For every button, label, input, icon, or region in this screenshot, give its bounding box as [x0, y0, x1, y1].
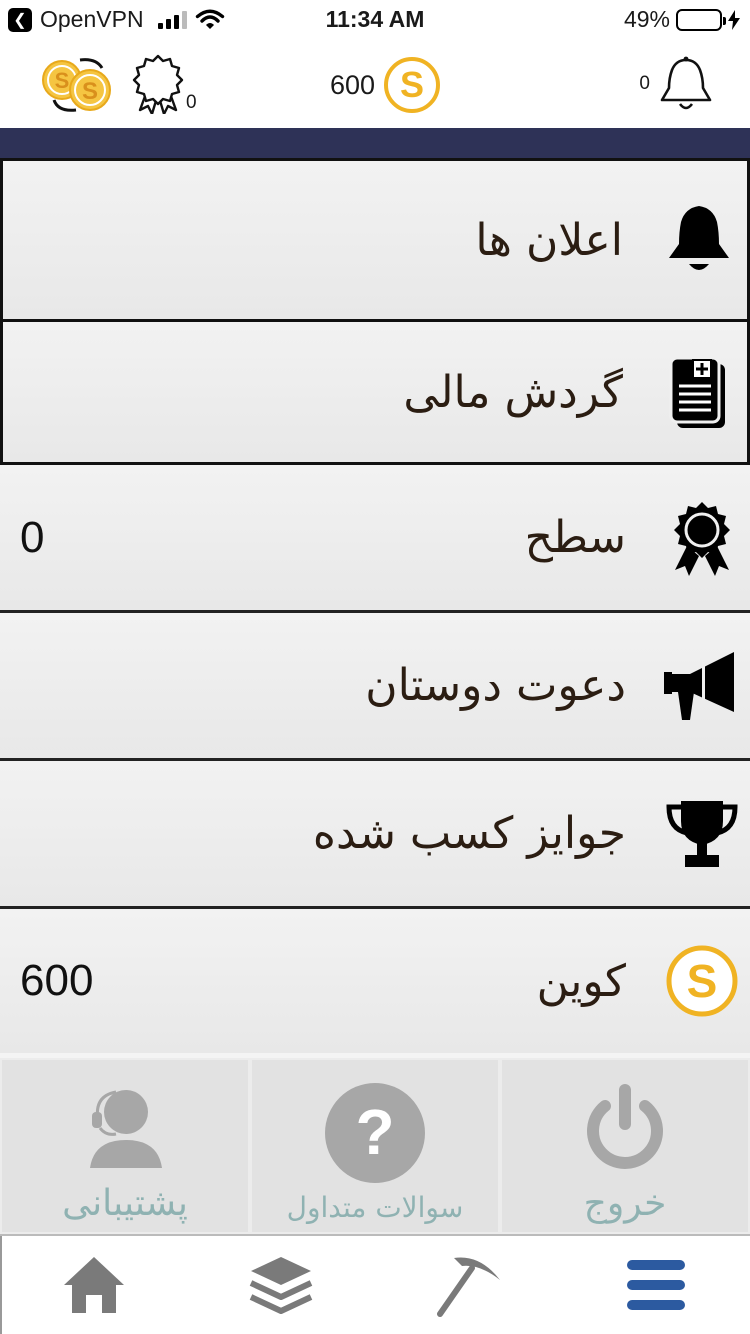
home-icon: [63, 1257, 124, 1313]
coin-balance-value: 600: [330, 69, 376, 100]
logout-label: خروج: [583, 1183, 667, 1224]
status-bar: ❮ OpenVPN 11:34 AM 49%: [0, 0, 750, 40]
coin-exchange-icon[interactable]: S S: [40, 56, 116, 114]
menu-list: اعلان ها گردش مالی 0 سطح دعوت دوستان جوا…: [0, 158, 750, 1053]
pickaxe-icon: [436, 1257, 500, 1317]
tab-home[interactable]: [0, 1236, 188, 1334]
layers-icon: [249, 1257, 313, 1314]
support-agent-icon: [90, 1090, 162, 1168]
svg-text:?: ?: [355, 1096, 394, 1168]
battery-percent: 49%: [623, 6, 670, 32]
app-header: S S 0 600 S 0: [0, 40, 750, 128]
quick-actions: پشتیبانی ? سوالات متداول خروج: [0, 1058, 750, 1234]
power-icon: [587, 1084, 663, 1169]
menu-item-invite-friends[interactable]: دعوت دوستان: [0, 613, 750, 761]
support-label: پشتیبانی: [62, 1183, 188, 1224]
bell-icon: [661, 202, 737, 278]
coin-value: 600: [20, 956, 94, 1005]
tab-menu[interactable]: [563, 1236, 750, 1334]
menu-item-notifications[interactable]: اعلان ها: [0, 158, 750, 322]
menu-item-transactions[interactable]: گردش مالی: [0, 319, 750, 465]
support-button[interactable]: پشتیبانی: [0, 1058, 250, 1234]
menu-item-coins[interactable]: 600 S کوین: [0, 909, 750, 1053]
tab-mining[interactable]: [375, 1236, 563, 1334]
medal-icon: [664, 500, 740, 576]
award-ribbon-icon: [132, 54, 184, 114]
question-icon: ?: [325, 1083, 425, 1183]
status-right: 49%: [624, 6, 740, 33]
svg-text:S: S: [82, 78, 98, 105]
menu-item-label: کوین: [536, 955, 626, 1007]
menu-item-label: سطح: [524, 512, 626, 563]
badge-count: 0: [186, 92, 197, 113]
menu-item-earned-rewards[interactable]: جوایز کسب شده: [0, 761, 750, 909]
coin-balance[interactable]: 600 S: [330, 56, 441, 114]
faq-button[interactable]: ? سوالات متداول: [250, 1058, 500, 1234]
menu-item-level[interactable]: 0 سطح: [0, 465, 750, 613]
coin-icon: S: [384, 57, 441, 113]
menu-item-label: دعوت دوستان: [365, 660, 626, 711]
menu-item-label: جوایز کسب شده: [312, 808, 626, 859]
document-icon: [661, 354, 737, 430]
menu-item-label: گردش مالی: [403, 366, 623, 418]
notification-count: 0: [639, 73, 650, 94]
svg-text:S: S: [400, 64, 424, 105]
level-badge[interactable]: 0: [132, 54, 197, 114]
notifications-button[interactable]: 0: [639, 54, 716, 114]
charging-bolt-icon: [728, 9, 740, 30]
megaphone-icon: [664, 648, 740, 724]
coin-icon: S: [664, 943, 740, 1019]
svg-text:S: S: [687, 955, 718, 1007]
faq-label: سوالات متداول: [286, 1191, 464, 1224]
header-band: [0, 128, 750, 158]
battery-icon: [676, 8, 726, 31]
svg-text:S: S: [55, 68, 70, 93]
level-value: 0: [20, 512, 45, 562]
tab-layers[interactable]: [188, 1236, 376, 1334]
menu-item-label: اعلان ها: [475, 214, 623, 266]
trophy-icon: [664, 796, 740, 872]
bell-icon: [660, 56, 712, 110]
tab-bar: [0, 1234, 750, 1334]
logout-button[interactable]: خروج: [500, 1058, 750, 1234]
menu-icon: [627, 1260, 686, 1310]
